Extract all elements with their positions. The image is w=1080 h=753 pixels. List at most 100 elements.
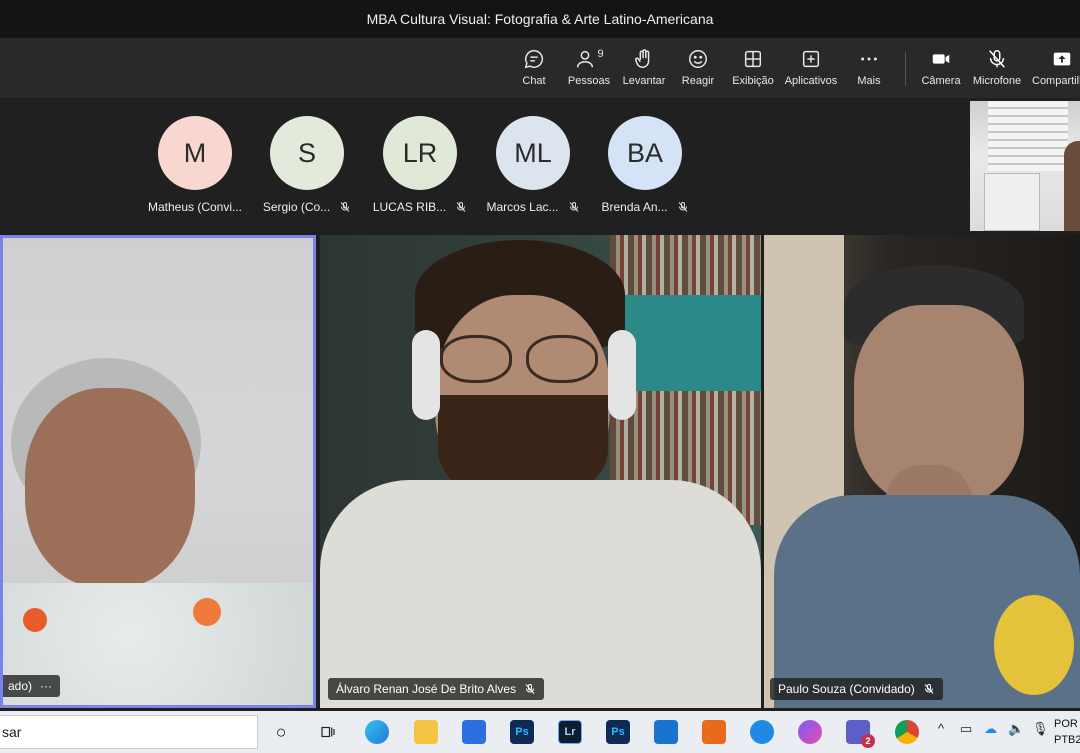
face: [25, 388, 195, 588]
flower-pattern: [193, 598, 221, 626]
participant-name-row: Sergio (Co...: [263, 200, 351, 214]
video-tile-speaker[interactable]: ado) ···: [0, 235, 316, 708]
chevron-up-icon[interactable]: ^: [938, 721, 944, 736]
white-shirt: [320, 480, 761, 708]
mic-off-icon: [678, 202, 687, 212]
alvaro-name-tag: Álvaro Renan José De Brito Alves: [328, 678, 545, 700]
wall-shelf: [984, 173, 1040, 231]
people-label: Pessoas: [567, 75, 611, 87]
teal-wall: [620, 295, 761, 391]
mic-off-icon: [340, 202, 350, 212]
glasses-right: [526, 335, 598, 383]
participant-1[interactable]: S Sergio (Co...: [252, 116, 362, 214]
avatar: BA: [608, 116, 682, 190]
avatar: ML: [496, 116, 570, 190]
taskbar-search-box[interactable]: sar: [0, 715, 258, 749]
volume-icon[interactable]: 🔈: [1008, 721, 1024, 737]
more-options-icon[interactable]: ···: [40, 679, 52, 693]
glasses-left: [440, 335, 512, 383]
meeting-title: MBA Cultura Visual: Fotografia & Arte La…: [366, 11, 714, 27]
task-view-icon[interactable]: [316, 720, 340, 744]
search-text: sar: [2, 724, 22, 740]
app-icon[interactable]: [702, 720, 726, 744]
copilot-icon[interactable]: [798, 720, 822, 744]
participant-0[interactable]: M Matheus (Convi...: [140, 116, 250, 214]
speaker-name: ado): [8, 679, 33, 693]
grid-icon: [744, 50, 762, 68]
language-indicator[interactable]: POR PTB2: [1054, 716, 1080, 748]
hand-icon: [635, 49, 650, 68]
people-count: 9: [597, 48, 604, 60]
mic-off-icon: [525, 684, 535, 694]
raise-hand-button[interactable]: Levantar: [615, 48, 673, 87]
avatar: S: [270, 116, 344, 190]
language-line2: PTB2: [1054, 734, 1080, 746]
participant-name: Sergio (Co...: [262, 200, 331, 214]
toolbar-divider: [905, 52, 906, 86]
camera-button[interactable]: Câmera: [912, 48, 970, 87]
window-blinds: [988, 101, 1068, 171]
participant-4[interactable]: BA Brenda An...: [590, 116, 700, 214]
windows-taskbar: sar ○ Ps Lr Ps 2 ^ ▭ ☁ 🔈 🎙 POR PTB2: [0, 711, 1080, 753]
participant-name-row: Brenda An...: [601, 200, 688, 214]
chrome-icon[interactable]: [895, 720, 919, 744]
apps-label: Aplicativos: [784, 75, 838, 87]
network-icon[interactable]: ▭: [960, 721, 972, 737]
apps-button[interactable]: Aplicativos: [782, 48, 840, 87]
microphone-label: Microfone: [972, 75, 1022, 87]
photoshop-icon-2[interactable]: Ps: [606, 720, 630, 744]
paulo-name: Paulo Souza (Convidado): [778, 682, 915, 696]
edge-icon[interactable]: [365, 720, 389, 744]
mail-icon[interactable]: [654, 720, 678, 744]
video-tile-paulo[interactable]: Paulo Souza (Convidado): [764, 235, 1080, 708]
mic-off-icon: [924, 684, 934, 694]
store-icon[interactable]: [462, 720, 486, 744]
photoshop-icon[interactable]: Ps: [510, 720, 534, 744]
participant-name: Matheus (Convi...: [147, 200, 243, 214]
file-explorer-icon[interactable]: [414, 720, 438, 744]
avatar: LR: [383, 116, 457, 190]
participant-name-row: Matheus (Convi...: [148, 200, 242, 214]
cloud-icon[interactable]: ☁: [984, 721, 997, 737]
add-app-icon: [802, 50, 820, 68]
mic-off-icon: [989, 50, 1005, 68]
participant-name: Brenda An...: [601, 200, 668, 214]
teams-icon[interactable]: 2: [846, 720, 875, 748]
participant-name-row: LUCAS RIB...: [373, 200, 467, 214]
headphone-left: [412, 330, 440, 420]
alvaro-name: Álvaro Renan José De Brito Alves: [336, 682, 517, 696]
react-button[interactable]: Reagir: [669, 48, 727, 87]
share-icon: [1053, 52, 1071, 66]
people-icon: [577, 50, 594, 68]
lightroom-icon[interactable]: Lr: [558, 720, 582, 744]
camera-label: Câmera: [921, 75, 961, 87]
onedrive-icon[interactable]: [750, 720, 774, 744]
more-button[interactable]: Mais: [840, 48, 898, 87]
teams-badge: 2: [861, 734, 875, 748]
microphone-tray-icon[interactable]: 🎙: [1032, 721, 1049, 737]
language-line1: POR: [1054, 718, 1078, 730]
participant-name-row: Marcos Lac...: [486, 200, 579, 214]
paulo-name-tag: Paulo Souza (Convidado): [770, 678, 943, 700]
mic-off-icon: [456, 202, 466, 212]
people-icon-group: 9: [574, 48, 604, 75]
flower-pattern: [23, 608, 47, 632]
share-button[interactable]: Compartilh: [1030, 48, 1080, 87]
view-button[interactable]: Exibição: [724, 48, 782, 87]
camera-icon: [932, 54, 950, 64]
more-dots-icon: [861, 57, 877, 61]
self-view-video[interactable]: [970, 101, 1080, 231]
chat-button[interactable]: Chat: [505, 48, 563, 87]
smiley-icon: [689, 50, 707, 68]
participant-strip: M Matheus (Convi... S Sergio (Co... LR LUCAS …: [0, 98, 1080, 233]
video-tile-alvaro[interactable]: Álvaro Renan José De Brito Alves: [320, 235, 761, 708]
speaker-name-tag: ado) ···: [3, 675, 61, 697]
people-button[interactable]: 9 Pessoas: [560, 48, 618, 87]
cortana-icon[interactable]: ○: [269, 720, 293, 744]
participant-2[interactable]: LR LUCAS RIB...: [365, 116, 475, 214]
avatar: M: [158, 116, 232, 190]
meeting-toolbar: Chat 9 Pessoas Levantar Reagir Exibição …: [0, 38, 1080, 98]
microphone-button[interactable]: Microfone: [968, 48, 1026, 87]
participant-3[interactable]: ML Marcos Lac...: [478, 116, 588, 214]
participant-name: LUCAS RIB...: [372, 200, 447, 214]
